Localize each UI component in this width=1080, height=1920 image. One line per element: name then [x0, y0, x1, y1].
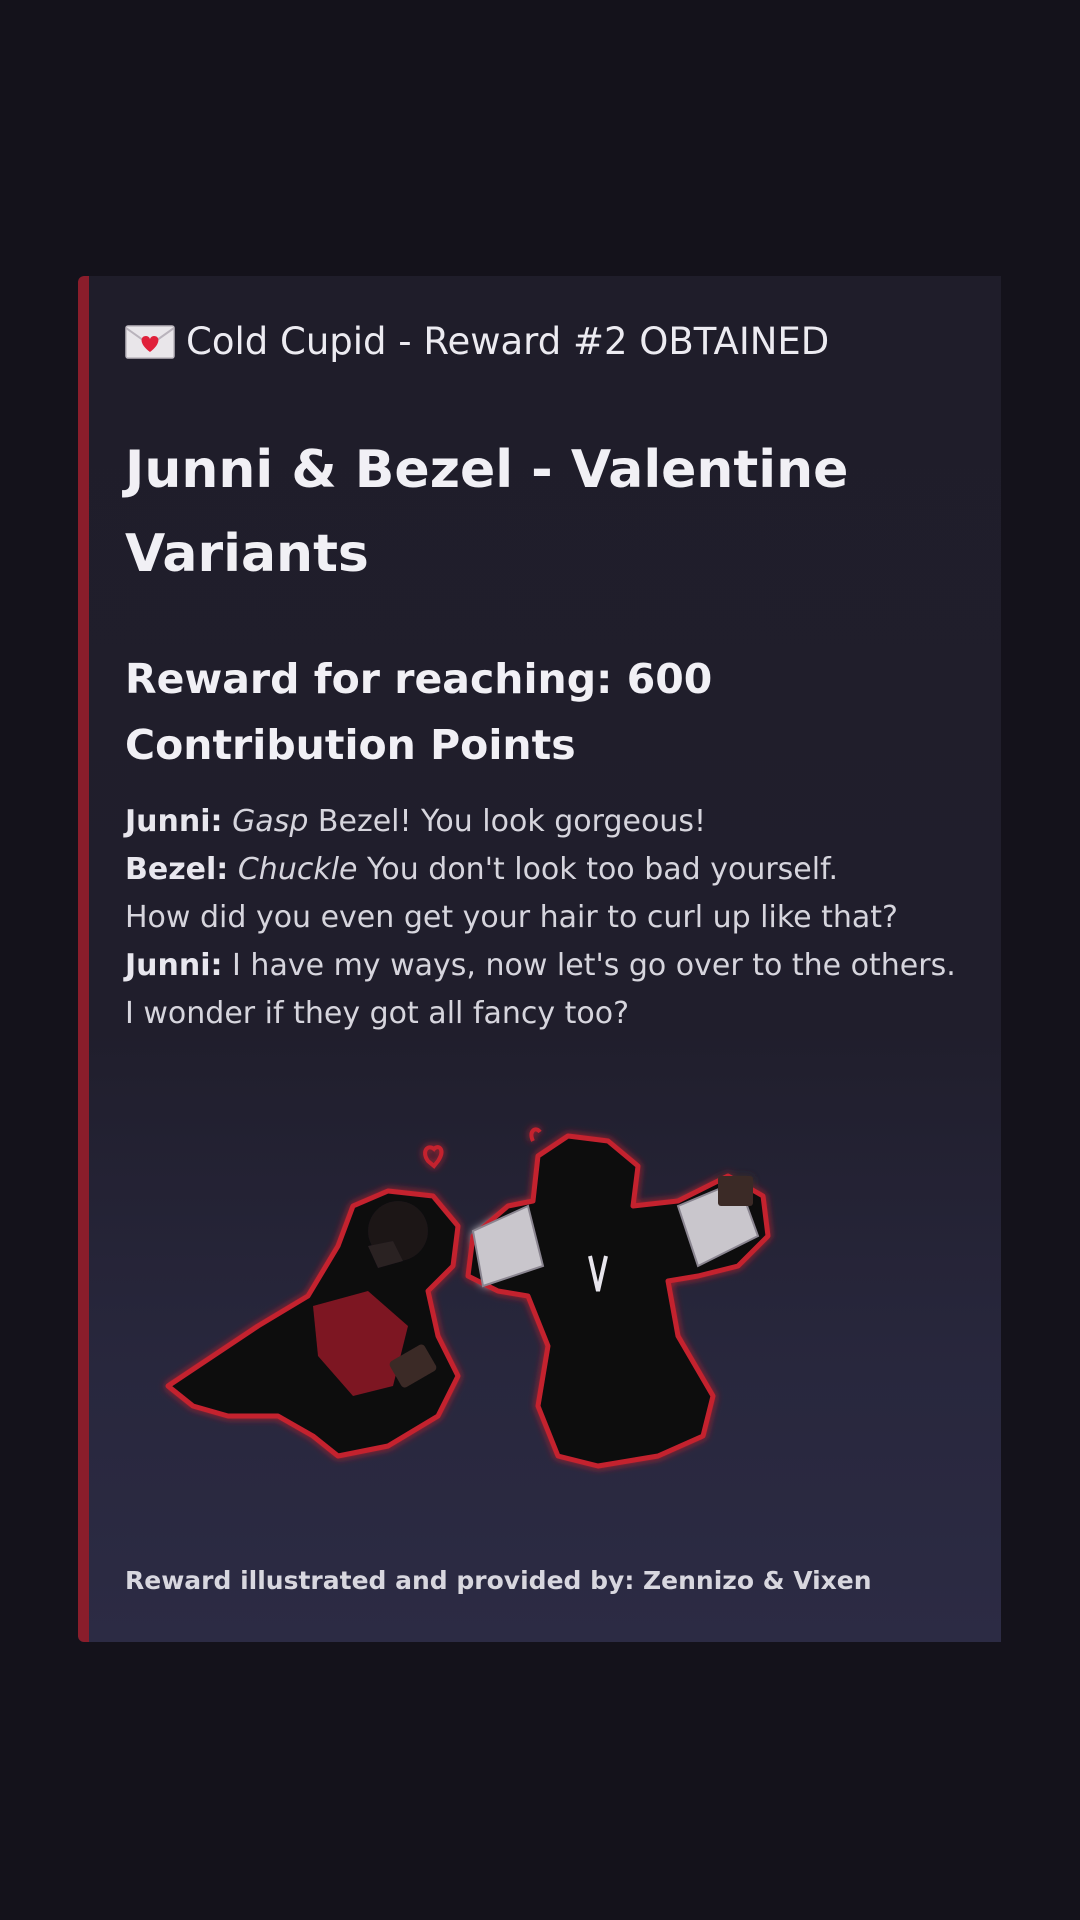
speaker-action: Chuckle	[237, 852, 358, 887]
embed-footer: Reward illustrated and provided by: Zenn…	[125, 1566, 872, 1595]
reward-embed: Cold Cupid - Reward #2 OBTAINED Junni & …	[78, 276, 1001, 1642]
junni-figure	[165, 1145, 461, 1459]
embed-title: Junni & Bezel - Valentine Variants	[125, 440, 849, 584]
embed-accent-bar	[78, 276, 89, 1642]
bezel-figure	[465, 1127, 771, 1469]
dialogue-line: Junni: I have my ways, now let's go over…	[125, 942, 965, 1038]
speaker-name: Junni:	[125, 948, 223, 983]
dialogue-line: Junni: Gasp Bezel! You look gorgeous!	[125, 798, 965, 846]
dialogue-text: How did you even get your hair to curl u…	[125, 900, 898, 935]
embed-author: Cold Cupid - Reward #2 OBTAINED	[125, 320, 829, 363]
embed-description: Junni: Gasp Bezel! You look gorgeous! Be…	[125, 798, 965, 1038]
reward-image[interactable]	[138, 1096, 938, 1516]
love-letter-icon	[125, 324, 175, 359]
dialogue-line: Bezel: Chuckle You don't look too bad yo…	[125, 846, 965, 894]
dialogue-text: Bezel! You look gorgeous!	[308, 804, 706, 839]
speaker-action: Gasp	[232, 804, 309, 839]
dialogue-line: How did you even get your hair to curl u…	[125, 894, 965, 942]
speaker-name: Bezel:	[125, 852, 229, 887]
dialogue-text: I have my ways, now let's go over to the…	[125, 948, 956, 1031]
dialogue-text: You don't look too bad yourself.	[357, 852, 838, 887]
embed-author-text: Cold Cupid - Reward #2 OBTAINED	[186, 320, 830, 363]
speaker-name: Junni:	[125, 804, 223, 839]
embed-subtitle: Reward for reaching: 600 Contribution Po…	[125, 655, 713, 769]
